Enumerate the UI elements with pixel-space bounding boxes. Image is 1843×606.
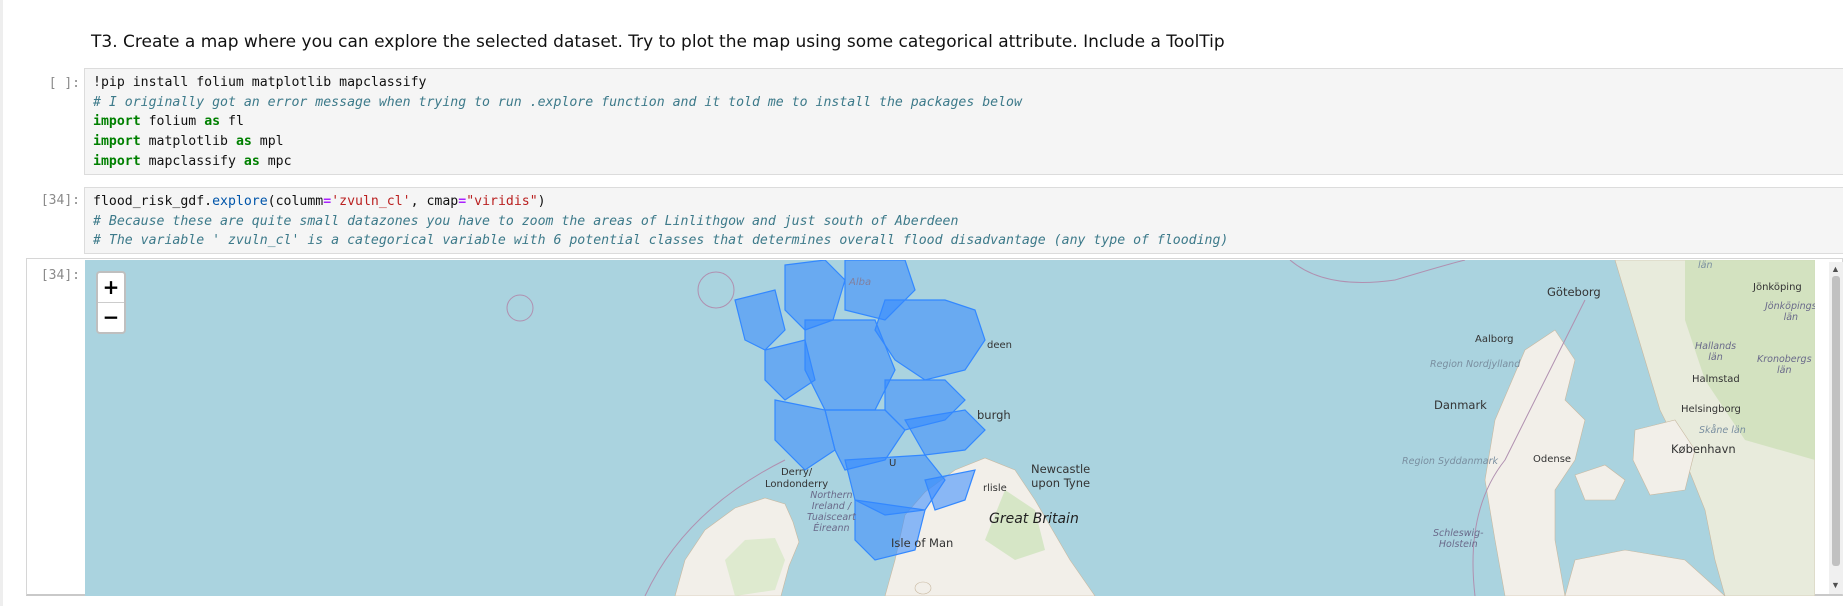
module-alias: mpc bbox=[267, 153, 292, 169]
map-label-great-britain: Great Britain bbox=[989, 511, 1079, 527]
map-label-syddanmark: Region Syddanmark bbox=[1402, 456, 1499, 467]
keyword-as: as bbox=[235, 134, 252, 150]
keyword-import: import bbox=[93, 114, 141, 130]
code-line: !pip install folium matplotlib mapclassi… bbox=[93, 75, 427, 90]
cell-prompt: [ ]: bbox=[48, 76, 80, 91]
folium-map[interactable]: + − Alba deen burgh U Derry/ Londonderry… bbox=[85, 260, 1815, 596]
scroll-thumb[interactable] bbox=[1832, 276, 1840, 566]
cell-prompt: [34]: bbox=[40, 193, 80, 208]
output-scrollbar[interactable]: ▲ ▼ bbox=[1829, 262, 1843, 594]
map-label-isle-of-man: Isle of Man bbox=[891, 536, 954, 550]
code-comment: # Because these are quite small datazone… bbox=[93, 213, 959, 229]
map-label-lan: län bbox=[1698, 260, 1713, 271]
map-label-carlisle: rlisle bbox=[983, 483, 1007, 494]
scroll-up-icon[interactable]: ▲ bbox=[1831, 264, 1840, 274]
module-name: matplotlib bbox=[148, 134, 228, 150]
map-label-aberdeen: deen bbox=[987, 340, 1012, 351]
module-alias: fl bbox=[228, 114, 244, 130]
code-args: ) bbox=[537, 194, 546, 209]
map-label-skane: Skåne län bbox=[1699, 425, 1746, 436]
zoom-in-button[interactable]: + bbox=[98, 273, 124, 303]
map-label-northern-ireland: Northern Ireland / Tuaisceart Éireann bbox=[807, 490, 856, 534]
code-function: explore bbox=[212, 194, 268, 209]
markdown-heading: T3. Create a map where you can explore t… bbox=[91, 32, 1225, 52]
map-label-aalborg: Aalborg bbox=[1475, 334, 1514, 345]
map-label-danmark: Danmark bbox=[1434, 398, 1487, 412]
map-label-schleswig: Schleswig- Holstein bbox=[1433, 528, 1484, 550]
code-cell-explore[interactable]: flood_risk_gdf.explore(columm='zvuln_cl'… bbox=[84, 187, 1843, 254]
boundary-circle bbox=[506, 294, 534, 322]
boundary-line bbox=[1289, 260, 1466, 283]
code-args: , cmap bbox=[410, 194, 459, 209]
code-operator: = bbox=[458, 194, 467, 209]
map-label-nordjylland: Region Nordjylland bbox=[1430, 359, 1521, 370]
module-name: mapclassify bbox=[148, 153, 236, 169]
map-label-jonkoping: Jönköping bbox=[1753, 282, 1802, 293]
code-comment: # The variable ' zvuln_cl' is a categori… bbox=[93, 233, 1229, 249]
land-germany bbox=[1564, 549, 1726, 596]
zoom-out-button[interactable]: − bbox=[98, 303, 124, 332]
notebook-left-rule bbox=[0, 0, 3, 606]
code-string: "viridis" bbox=[466, 194, 538, 209]
land-funen bbox=[1574, 464, 1626, 501]
map-label-jonkopings-lan: Jönköpings län bbox=[1765, 301, 1815, 323]
map-label-goteborg: Göteborg bbox=[1547, 285, 1601, 299]
zoom-control: + − bbox=[96, 271, 126, 334]
output-prompt: [34]: bbox=[40, 268, 80, 283]
code-object: flood_risk_gdf. bbox=[93, 194, 213, 209]
map-label-alba: Alba bbox=[849, 277, 872, 288]
keyword-import: import bbox=[93, 153, 141, 169]
keyword-import: import bbox=[93, 134, 141, 150]
scroll-down-icon[interactable]: ▼ bbox=[1831, 580, 1840, 590]
code-string: 'zvuln_cl' bbox=[331, 194, 411, 209]
keyword-as: as bbox=[204, 114, 221, 130]
map-label-u: U bbox=[889, 458, 897, 469]
map-label-newcastle: Newcastle upon Tyne bbox=[1031, 462, 1091, 490]
code-operator: = bbox=[323, 194, 332, 209]
code-args: (columm bbox=[267, 194, 324, 209]
module-alias: mpl bbox=[259, 134, 284, 150]
map-label-helsingborg: Helsingborg bbox=[1681, 404, 1741, 415]
land-isle-of-man bbox=[914, 581, 932, 595]
map-label-kronobergs: Kronobergs län bbox=[1757, 354, 1812, 376]
map-label-halmstad: Halmstad bbox=[1692, 374, 1740, 385]
map-label-hallands: Hallands län bbox=[1695, 341, 1737, 363]
code-comment: # I originally got an error message when… bbox=[93, 94, 1022, 110]
module-name: folium bbox=[148, 114, 197, 130]
map-label-edinburgh: burgh bbox=[977, 408, 1011, 422]
map-label-derry: Derry/ Londonderry bbox=[765, 467, 829, 490]
keyword-as: as bbox=[243, 153, 260, 169]
code-cell-pip[interactable]: !pip install folium matplotlib mapclassi… bbox=[84, 68, 1843, 175]
map-label-kobenhavn: København bbox=[1671, 442, 1736, 456]
map-label-odense: Odense bbox=[1533, 454, 1572, 465]
boundary-circle bbox=[697, 271, 735, 309]
